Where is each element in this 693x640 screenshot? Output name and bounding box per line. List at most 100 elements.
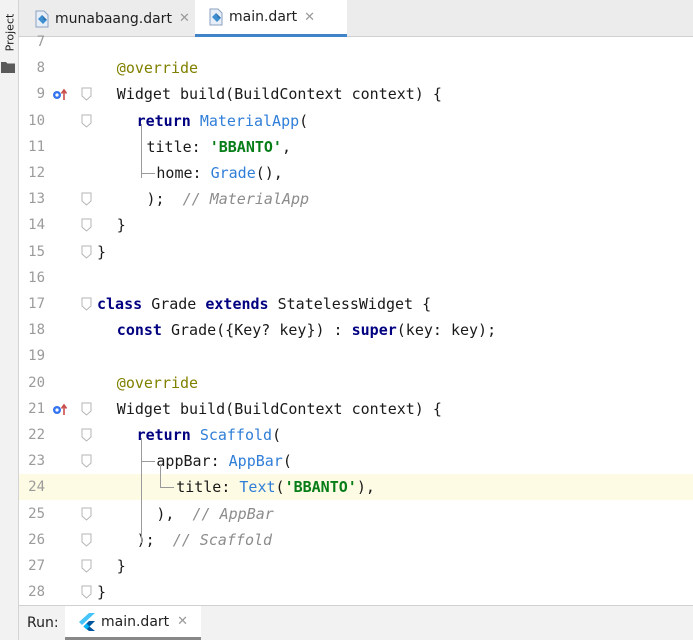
fold-marker-icon[interactable] xyxy=(81,507,92,521)
fold-marker-icon[interactable] xyxy=(81,114,92,128)
run-tool-bar: Run: main.dart ✕ xyxy=(19,605,693,640)
fold-marker-icon[interactable] xyxy=(81,87,92,102)
code-token-str: 'BBANTO' xyxy=(209,137,282,156)
code-token-plain: } xyxy=(97,583,107,602)
code-token-cls: AppBar xyxy=(228,452,283,471)
code-text: ); // MaterialApp xyxy=(147,186,310,212)
fold-marker-icon[interactable] xyxy=(81,559,92,573)
code-token-plain: title: xyxy=(176,478,240,497)
project-tool-label: Project xyxy=(3,13,17,51)
code-token-plain: ( xyxy=(275,478,285,497)
fold-marker-icon[interactable] xyxy=(81,454,92,468)
code-token-plain: , xyxy=(281,137,291,156)
fold-marker-icon[interactable] xyxy=(81,218,92,233)
code-token-plain: Widget build(BuildContext context) { xyxy=(116,399,442,418)
widget-tree-guide xyxy=(140,123,142,178)
code-text: } xyxy=(117,553,126,579)
code-token-plain: (), xyxy=(255,164,283,182)
code-line[interactable]: 10 return MaterialApp( xyxy=(19,108,693,134)
fold-marker-icon[interactable] xyxy=(81,585,92,599)
code-line[interactable]: 25), // AppBar xyxy=(19,501,693,527)
code-line[interactable]: 15} xyxy=(19,239,693,265)
code-line[interactable]: 27} xyxy=(19,553,693,579)
code-token-plain: (key: key); xyxy=(396,321,497,340)
tab-label: main.dart xyxy=(229,9,298,25)
code-token-plain: } xyxy=(116,216,126,235)
tool-window-strip: Project xyxy=(0,0,19,640)
folder-icon[interactable] xyxy=(1,61,15,73)
line-number: 10 xyxy=(28,112,45,129)
code-text: @override xyxy=(117,55,198,81)
line-number: 14 xyxy=(28,217,45,234)
line-number: 17 xyxy=(28,296,45,312)
flutter-icon xyxy=(79,612,95,631)
code-token-cmt: // MaterialApp xyxy=(182,190,310,209)
code-line[interactable]: 18 const Grade({Key? key}) : super(key: k… xyxy=(19,317,693,343)
code-line[interactable]: 21 Widget build(BuildContext context) { xyxy=(19,396,693,422)
run-label: Run: xyxy=(27,615,59,631)
code-text: } xyxy=(117,212,126,238)
fold-marker-icon[interactable] xyxy=(81,245,92,259)
code-editor[interactable]: 7 8 @override 9 Widget build(BuildContext co… xyxy=(19,34,693,605)
code-line[interactable]: 17 class Grade extends StatelessWidget { xyxy=(19,291,693,317)
line-number: 9 xyxy=(36,86,45,103)
code-text: Widget build(BuildContext context) { xyxy=(117,81,442,107)
project-tool-tab[interactable]: Project xyxy=(0,6,19,58)
code-token-cls: Scaffold xyxy=(199,426,273,444)
code-token-plain: Grade({Key? key}) : xyxy=(170,321,352,340)
code-line[interactable]: 9 Widget build(BuildContext context) { xyxy=(19,81,693,107)
close-icon[interactable]: ✕ xyxy=(177,614,188,629)
line-number: 7 xyxy=(36,34,45,50)
fold-marker-icon[interactable] xyxy=(81,533,92,547)
run-tab-main-dart[interactable]: main.dart ✕ xyxy=(65,606,201,640)
widget-tree-guide xyxy=(160,464,162,488)
code-token-plain: Widget build(BuildContext context) { xyxy=(116,85,442,104)
code-line[interactable]: 23 appBar: AppBar( xyxy=(19,448,693,474)
fold-marker-icon[interactable] xyxy=(81,192,92,206)
line-number: 26 xyxy=(28,531,45,548)
code-line[interactable]: 20 @override xyxy=(19,370,693,396)
fold-marker-icon[interactable] xyxy=(81,297,92,311)
fold-marker-icon[interactable] xyxy=(81,402,92,416)
code-line[interactable]: 12 home: Grade(), xyxy=(19,160,693,186)
code-line[interactable]: 26 ); // Scaffold xyxy=(19,527,693,553)
code-token-ann: @override xyxy=(116,59,199,78)
code-text: ); // Scaffold xyxy=(137,527,272,553)
code-token-cmt: // AppBar xyxy=(192,504,274,523)
tab-label: munabaang.dart xyxy=(55,10,172,27)
code-token-ann: @override xyxy=(116,373,199,392)
code-line[interactable]: 24 title: Text('BBANTO'), xyxy=(19,474,693,501)
code-line[interactable]: 22 return Scaffold( xyxy=(19,422,693,448)
overrides-method-icon[interactable] xyxy=(52,87,68,101)
code-line[interactable]: 11 title: 'BBANTO', xyxy=(19,134,693,160)
line-number: 27 xyxy=(28,558,45,574)
code-token-cls: Text xyxy=(239,478,276,497)
code-token-plain: ( xyxy=(299,111,309,130)
code-text: appBar: AppBar( xyxy=(156,448,291,474)
code-line[interactable]: 8 @override xyxy=(19,55,693,81)
code-token-plain: ( xyxy=(282,452,292,471)
close-icon[interactable]: ✕ xyxy=(179,11,190,26)
code-line[interactable]: 19 xyxy=(19,343,693,369)
code-token-plain: ), xyxy=(156,504,193,523)
overrides-method-icon[interactable] xyxy=(52,402,68,416)
code-token-kw: extends xyxy=(205,295,278,313)
code-token-plain: } xyxy=(116,557,126,575)
line-number: 8 xyxy=(36,60,45,77)
line-number: 18 xyxy=(28,322,45,339)
fold-marker-icon[interactable] xyxy=(81,428,92,442)
code-line[interactable]: 13); // MaterialApp xyxy=(19,186,693,212)
code-line[interactable]: 16 xyxy=(19,265,693,291)
close-icon[interactable]: ✕ xyxy=(304,10,315,25)
code-text: @override xyxy=(117,370,198,396)
code-token-plain: Grade xyxy=(151,295,206,313)
code-line[interactable]: 28} xyxy=(19,579,693,605)
code-text: return MaterialApp( xyxy=(137,108,309,134)
code-text: title: Text('BBANTO'), xyxy=(176,474,375,500)
code-text: class Grade extends StatelessWidget { xyxy=(97,291,431,317)
code-line[interactable]: 7 xyxy=(19,29,693,55)
widget-tree-guide xyxy=(140,438,142,543)
code-line[interactable]: 14} xyxy=(19,212,693,238)
code-token-kw: super xyxy=(351,321,397,340)
line-number: 19 xyxy=(28,348,45,365)
